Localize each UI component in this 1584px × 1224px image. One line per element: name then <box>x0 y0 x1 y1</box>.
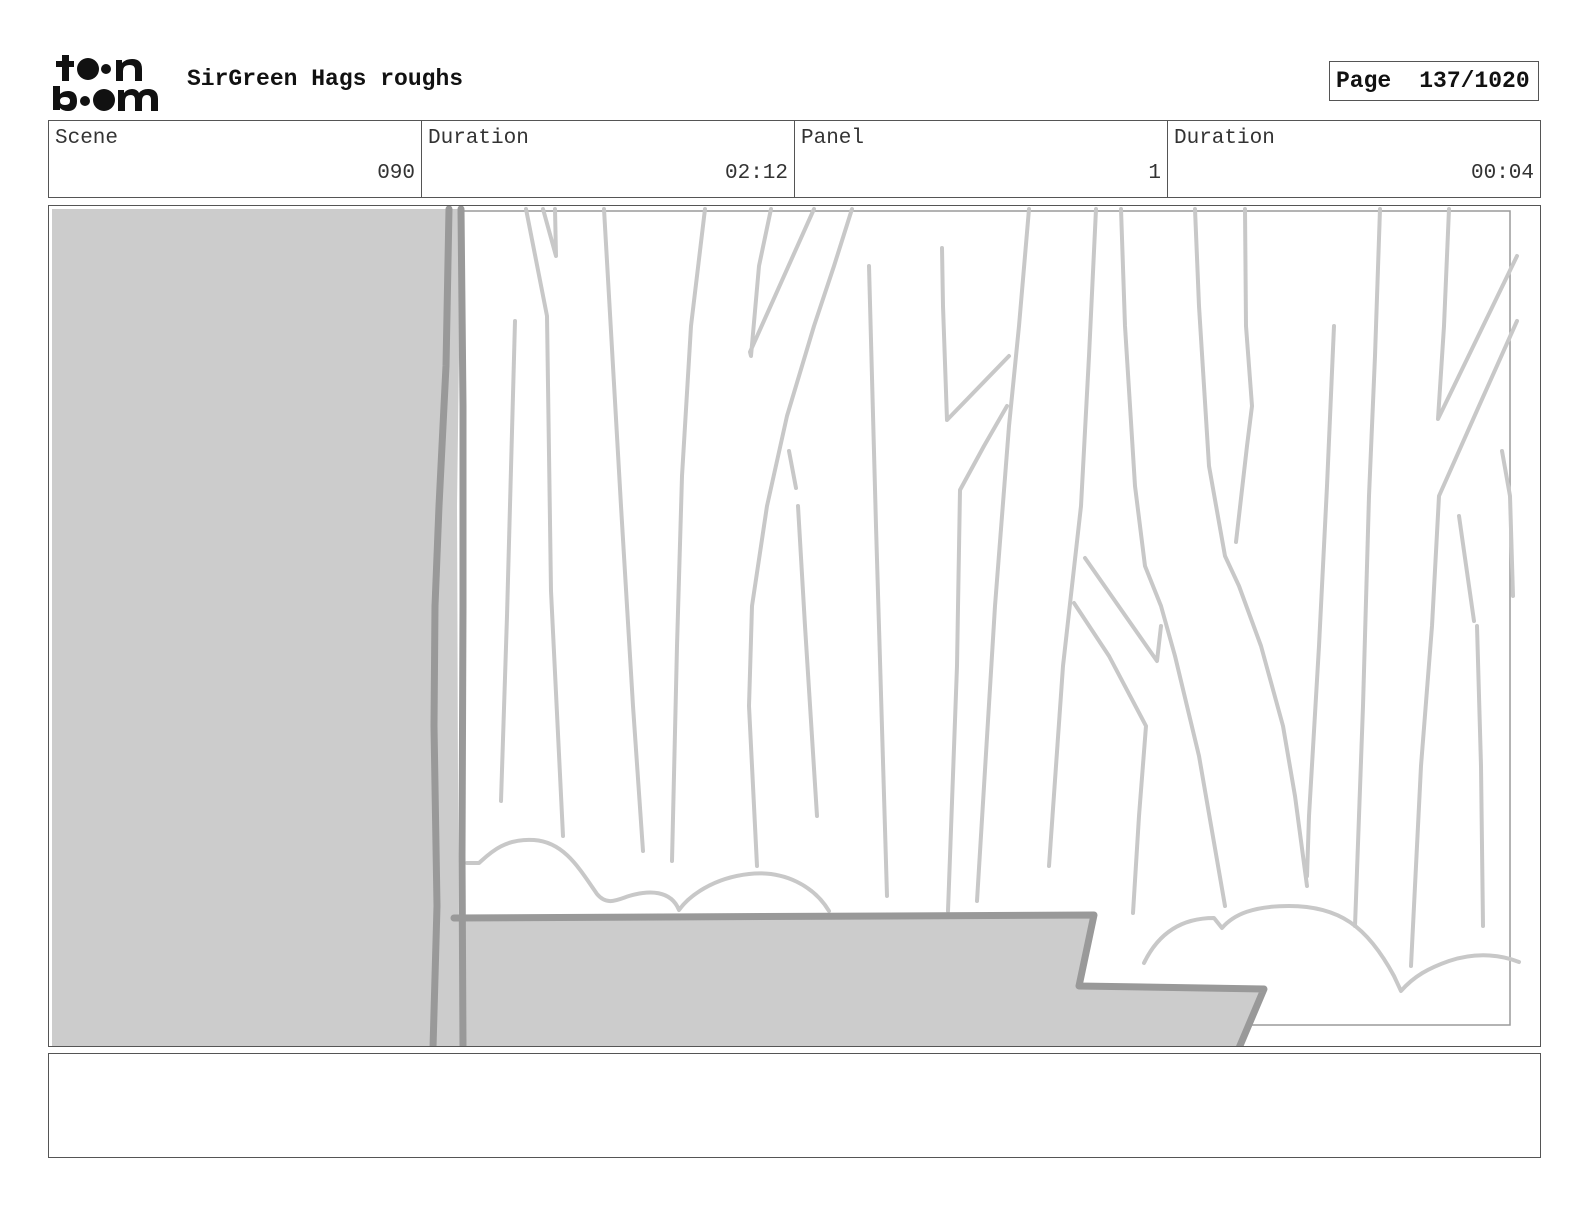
scene-duration-cell: Duration 02:12 <box>422 121 795 197</box>
panel-label: Panel <box>801 127 865 150</box>
panel-duration-label: Duration <box>1174 127 1275 150</box>
panel-info-table: Scene 090 Duration 02:12 Panel 1 Duratio… <box>48 120 1541 198</box>
storyboard-panel <box>48 205 1541 1047</box>
panel-duration-cell: Duration 00:04 <box>1168 121 1540 197</box>
panel-duration-value: 00:04 <box>1470 162 1534 185</box>
scene-label: Scene <box>55 127 119 150</box>
panel-value: 1 <box>1148 162 1161 185</box>
panel-cell: Panel 1 <box>795 121 1168 197</box>
notes-box <box>48 1053 1541 1158</box>
scene-value: 090 <box>377 162 415 185</box>
foreground-fill <box>52 209 1264 1046</box>
panel-sketch <box>52 206 1521 1046</box>
background-trees <box>499 207 1519 968</box>
page-indicator: Page 137/1020 <box>1329 61 1539 101</box>
toon-boom-logo <box>53 55 158 111</box>
scene-duration-label: Duration <box>428 127 529 150</box>
page-label: Page <box>1336 68 1392 94</box>
project-title: SirGreen Hags roughs <box>187 66 464 92</box>
scene-cell: Scene 090 <box>49 121 422 197</box>
page-number: 137/1020 <box>1419 68 1530 94</box>
scene-duration-value: 02:12 <box>724 162 788 185</box>
